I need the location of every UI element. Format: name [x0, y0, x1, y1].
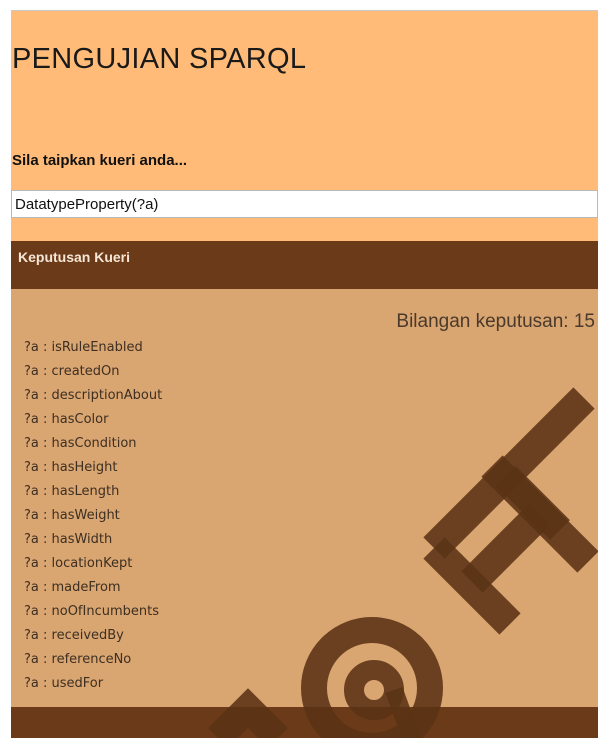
result-item: ?a : noOfIncumbents [24, 604, 159, 619]
query-input[interactable] [11, 190, 598, 218]
result-count: Bilangan keputusan: 15 [396, 311, 595, 332]
result-item: ?a : hasLength [24, 484, 120, 499]
query-panel: PENGUJIAN SPARQL Sila taipkan kueri anda… [11, 10, 598, 242]
result-item: ?a : hasColor [24, 412, 109, 427]
result-item: ?a : hasWidth [24, 532, 113, 547]
result-item: ?a : referenceNo [24, 652, 132, 667]
footer-bar [11, 707, 598, 738]
page-title: PENGUJIAN SPARQL [12, 43, 307, 75]
result-item: ?a : createdOn [24, 364, 120, 379]
results-title: Keputusan Kueri [18, 249, 131, 265]
result-item: ?a : usedFor [24, 676, 104, 691]
results-list: ?a : isRuleEnabled ?a : createdOn ?a : d… [24, 339, 162, 699]
result-item: ?a : isRuleEnabled [24, 340, 143, 355]
results-header: Keputusan Kueri [11, 241, 598, 289]
results-panel: Bilangan keputusan: 15 ?a : isRuleEnable… [11, 289, 598, 707]
result-item: ?a : locationKept [24, 556, 133, 571]
result-item: ?a : hasCondition [24, 436, 137, 451]
result-item: ?a : descriptionAbout [24, 388, 163, 403]
result-item: ?a : receivedBy [24, 628, 124, 643]
result-item: ?a : hasHeight [24, 460, 118, 475]
result-item: ?a : madeFrom [24, 580, 121, 595]
result-item: ?a : hasWeight [24, 508, 120, 523]
query-label: Sila taipkan kueri anda... [12, 152, 188, 169]
